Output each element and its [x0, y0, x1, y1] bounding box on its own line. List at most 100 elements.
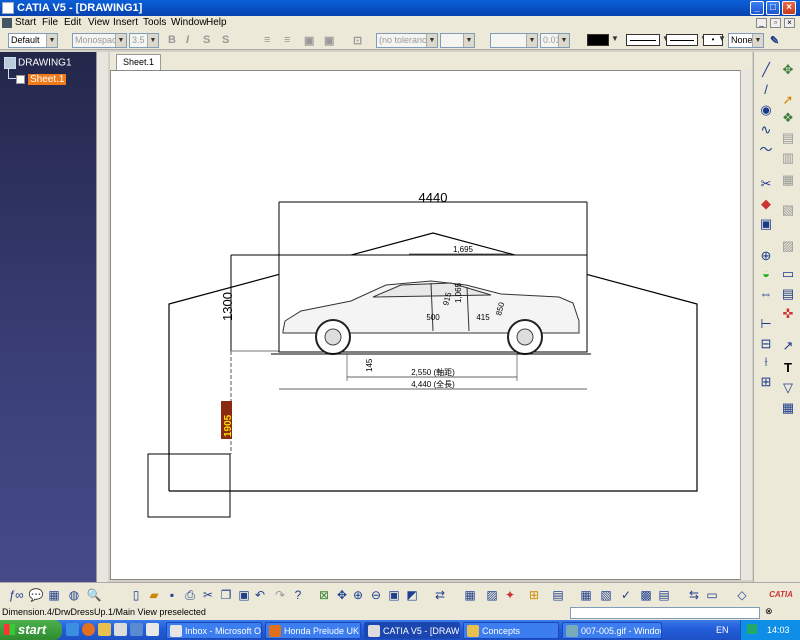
redo-icon[interactable]: ↷ — [272, 587, 288, 603]
text-icon[interactable]: T — [780, 360, 796, 376]
table-icon[interactable]: ▤ — [780, 286, 796, 302]
point-icon[interactable]: ⊕ — [758, 248, 774, 264]
color-swatch[interactable] — [587, 34, 609, 46]
tree-scrollbar[interactable] — [96, 52, 108, 582]
axis-icon[interactable]: ⇔ — [758, 286, 774, 302]
frame-icon[interactable]: ▭ — [704, 587, 720, 603]
view-icon[interactable]: ✥ — [780, 62, 796, 78]
dimension-icon[interactable]: ▩ — [638, 587, 654, 603]
explorer-icon[interactable] — [146, 623, 159, 636]
normal-view-icon[interactable]: ◩ — [404, 587, 420, 603]
tree-root[interactable]: DRAWING1 — [4, 57, 72, 69]
align-left-button[interactable]: ≡ — [264, 34, 270, 46]
doc-restore-button[interactable]: ▫ — [770, 18, 781, 28]
section-icon[interactable]: ▤ — [780, 130, 796, 146]
wizard-icon[interactable]: ▨ — [780, 238, 796, 254]
cut-icon[interactable]: ✂ — [200, 587, 216, 603]
formula-icon[interactable]: ƒ∞ — [8, 587, 24, 603]
menu-view[interactable]: View — [88, 17, 110, 28]
tolerance-value-select[interactable]: ▼ — [440, 33, 475, 48]
dimension-1905[interactable]: 1905 — [223, 414, 234, 437]
detail-icon[interactable]: ▥ — [780, 150, 796, 166]
clipping-icon[interactable]: ▦ — [780, 172, 796, 188]
network-icon[interactable] — [747, 624, 757, 634]
clock[interactable]: 14:03 — [767, 625, 790, 635]
paste-icon[interactable]: ▣ — [236, 587, 252, 603]
chevron-down-icon[interactable]: ▼ — [611, 34, 619, 43]
catalog-icon[interactable]: ▦ — [46, 587, 62, 603]
frame-options-button[interactable]: ▣ — [324, 34, 334, 47]
rectangle-icon[interactable]: ▭ — [780, 266, 796, 282]
tolerance-select[interactable]: (no tolerance) ▼ — [376, 33, 438, 48]
circle-icon[interactable]: ◉ — [758, 102, 774, 118]
swap-icon[interactable]: ⇄ — [432, 587, 448, 603]
doc-minimize-button[interactable]: _ — [756, 18, 767, 28]
eraser-icon[interactable]: ◇ — [734, 587, 750, 603]
language-indicator[interactable]: EN — [716, 625, 729, 635]
precision-select[interactable]: 0.010 ▼ — [540, 33, 570, 48]
triangle-icon[interactable]: ▽ — [780, 380, 796, 396]
folder-icon[interactable] — [98, 623, 111, 636]
copy-icon[interactable]: ❐ — [218, 587, 234, 603]
numerical-format-select[interactable]: ▼ — [490, 33, 538, 48]
style-select[interactable]: Default ▼ — [8, 33, 58, 48]
point-icon[interactable]: ◆ — [758, 196, 774, 212]
dimension-icon[interactable]: ⟊ — [758, 354, 774, 370]
underline-button[interactable]: S — [203, 34, 210, 46]
font-select[interactable]: Monospac821 ▼ — [72, 33, 127, 48]
undo-icon[interactable]: ↶ — [252, 587, 268, 603]
close-button[interactable]: × — [782, 1, 796, 15]
menu-edit[interactable]: Edit — [64, 17, 81, 28]
grid-icon[interactable]: ▦ — [780, 400, 796, 416]
measure-icon[interactable]: ◍ — [66, 587, 82, 603]
task-outlook[interactable]: Inbox - Microsoft Out... — [166, 622, 262, 639]
symbol-button[interactable]: ⊡ — [353, 34, 362, 47]
dimension-icon[interactable]: ⊟ — [758, 336, 774, 352]
command-input[interactable] — [570, 607, 760, 619]
clear-command-icon[interactable]: ⊗ — [765, 606, 773, 617]
new-icon[interactable]: ▯ — [128, 587, 144, 603]
filter-icon[interactable]: ⊞ — [526, 587, 542, 603]
dimension-4440[interactable]: 4440 — [419, 190, 448, 205]
table-icon[interactable]: ⊞ — [758, 374, 774, 390]
dimension-wheelbase[interactable]: 2,550 (軸距) — [411, 367, 455, 377]
fit-all-icon[interactable]: ⊠ — [316, 587, 332, 603]
zoom-out-icon[interactable]: ⊖ — [368, 587, 384, 603]
ie-icon[interactable] — [66, 623, 79, 636]
menu-help[interactable]: Help — [206, 17, 227, 28]
menu-start[interactable]: Start — [15, 17, 36, 28]
broken-view-icon[interactable]: ▧ — [780, 202, 796, 218]
dimension-icon[interactable]: ⊢ — [758, 316, 774, 332]
firefox-icon[interactable] — [82, 623, 95, 636]
drawing-canvas[interactable]: 4440 1300 1905 1,695 915 1,065 850 500 4… — [110, 70, 752, 580]
zoom-in-icon[interactable]: ⊕ — [350, 587, 366, 603]
spline-icon[interactable]: ∿ — [758, 122, 774, 138]
start-button[interactable]: start — [0, 620, 62, 640]
arrow-icon[interactable]: ⇆ — [686, 587, 702, 603]
minimize-button[interactable]: _ — [750, 1, 764, 15]
bold-button[interactable]: B — [168, 34, 176, 46]
analysis-icon[interactable]: ▤ — [550, 587, 566, 603]
doc-close-button[interactable]: × — [784, 18, 795, 28]
centerline-icon[interactable]: ✜ — [780, 306, 796, 322]
fill-icon[interactable]: ◒ — [758, 266, 774, 282]
outlook-icon[interactable] — [130, 623, 143, 636]
linetype-select[interactable]: None ▼ — [728, 33, 764, 48]
dimension-1695[interactable]: 1,695 — [453, 245, 474, 254]
task-browser[interactable]: Honda Prelude UK :: ... — [265, 622, 361, 639]
thickness-swatch[interactable] — [666, 34, 698, 46]
tab-sheet[interactable]: Sheet.1 — [116, 54, 162, 70]
italic-button[interactable]: I — [186, 34, 189, 46]
grid-icon[interactable]: ▦ — [578, 587, 594, 603]
dimension-415[interactable]: 415 — [476, 313, 490, 322]
font-size-select[interactable]: 3.5 ▼ — [129, 33, 159, 48]
trim-icon[interactable]: ✂ — [758, 176, 774, 192]
task-catia[interactable]: CATIA V5 - [DRAWIN... — [364, 622, 460, 639]
dimension-1300[interactable]: 1300 — [220, 292, 235, 321]
line-icon[interactable]: ╱ — [758, 62, 774, 78]
dimension-500[interactable]: 500 — [426, 313, 440, 322]
dimension-145[interactable]: 145 — [365, 358, 374, 372]
menu-insert[interactable]: Insert — [113, 17, 138, 28]
open-icon[interactable]: ▰ — [146, 587, 162, 603]
frame-icon[interactable]: ▣ — [758, 216, 774, 232]
